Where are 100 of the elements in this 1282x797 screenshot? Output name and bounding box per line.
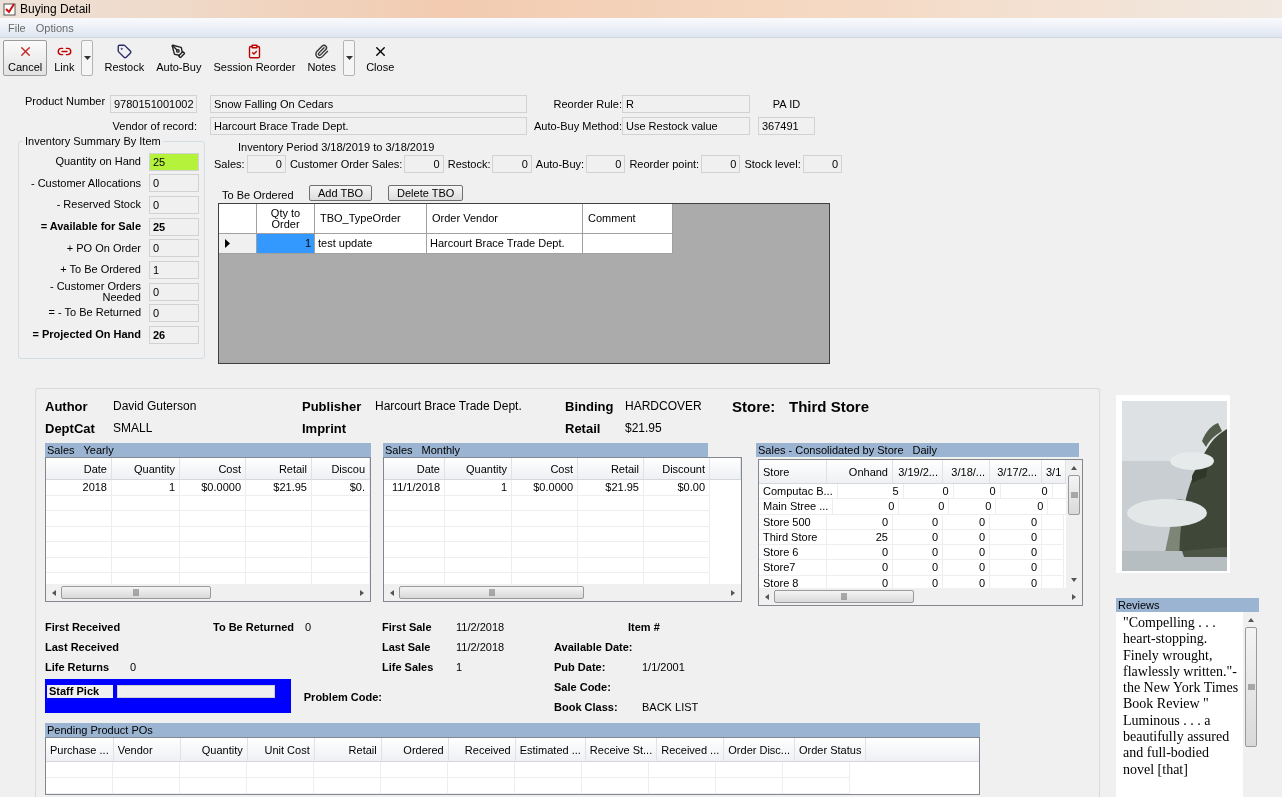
vertical-scrollbar[interactable]	[1243, 612, 1259, 797]
scrollbar-thumb[interactable]	[1245, 627, 1257, 747]
column-header[interactable]: Ordered	[381, 738, 449, 762]
row-header-cell[interactable]	[219, 234, 257, 254]
toolbar-button[interactable]: Cancel	[3, 40, 48, 76]
column-header[interactable]: Discount	[644, 458, 710, 480]
info-value: 0	[305, 621, 312, 633]
value-field[interactable]: 0	[492, 155, 532, 173]
column-header[interactable]: Onhand	[827, 460, 893, 484]
table-cell	[381, 762, 448, 778]
scroll-arrow-icon[interactable]	[1247, 617, 1255, 623]
scrollbar-thumb[interactable]	[1068, 475, 1080, 515]
value-field[interactable]: 0	[701, 155, 741, 173]
field-label: = Available for Sale	[39, 221, 141, 233]
scrollbar-thumb[interactable]	[774, 590, 914, 603]
column-header[interactable]: Quantity	[180, 738, 248, 762]
column-header[interactable]: Estimated ...	[515, 738, 586, 762]
scroll-arrow-icon[interactable]	[51, 588, 57, 597]
title-field[interactable]: Snow Falling On Cedars	[210, 95, 527, 113]
auto-buy-method-field[interactable]: Use Restock value	[622, 117, 750, 135]
menu-item[interactable]: Options	[30, 21, 79, 34]
column-header[interactable]: Retail	[578, 458, 644, 480]
product-number-field[interactable]: 9780151001002	[110, 95, 197, 113]
column-header[interactable]: Retail	[246, 458, 312, 480]
column-header[interactable]: Quantity	[112, 458, 180, 480]
section-title: Pending Product POs	[47, 724, 153, 736]
column-header[interactable]: Order Vendor	[427, 204, 583, 234]
column-header[interactable]: Discou	[312, 458, 370, 480]
dropdown-button[interactable]	[343, 40, 356, 76]
vendor-field[interactable]: Harcourt Brace Trade Dept.	[210, 117, 527, 135]
column-header[interactable]: 3/1	[1042, 460, 1066, 484]
value-field[interactable]: 0	[149, 282, 199, 301]
value-field[interactable]: 0	[586, 155, 626, 173]
column-header[interactable]: 3/18/...	[943, 460, 990, 484]
table-cell[interactable]: 1	[257, 234, 315, 254]
info-label: Problem Code:	[303, 691, 382, 703]
column-header[interactable]: Received	[448, 738, 516, 762]
column-header[interactable]: Qty to Order	[257, 204, 315, 234]
table-cell[interactable]: Harcourt Brace Trade Dept.	[427, 234, 583, 254]
toolbar-button[interactable]: Link	[49, 40, 80, 76]
table-cell[interactable]	[583, 234, 673, 254]
staff-pick-field[interactable]	[117, 685, 275, 698]
action-button[interactable]: Add TBO	[309, 185, 373, 201]
column-header[interactable]: Date	[46, 458, 112, 480]
column-header[interactable]: Date	[384, 458, 445, 480]
toolbar-button[interactable]: Restock	[99, 40, 150, 76]
column-header[interactable]: Comment	[583, 204, 673, 234]
column-header[interactable]: Retail	[314, 738, 382, 762]
column-header[interactable]: 3/19/2...	[893, 460, 943, 484]
column-header[interactable]: Store	[759, 460, 827, 484]
value-field[interactable]: 0	[149, 196, 199, 214]
column-header[interactable]: Order Disc...	[724, 738, 796, 762]
value-field[interactable]: 26	[149, 325, 199, 344]
column-header[interactable]: Order Status	[795, 738, 867, 762]
column-header[interactable]: Cost	[180, 458, 246, 480]
value-field[interactable]: 0	[404, 155, 444, 173]
pa-id-field[interactable]: 367491	[758, 117, 815, 135]
scroll-arrow-icon[interactable]	[1070, 465, 1078, 471]
column-header[interactable]: 3/17/2...	[990, 460, 1042, 484]
value-field[interactable]: 25	[149, 217, 199, 236]
value-field[interactable]: 25	[149, 152, 199, 171]
column-header[interactable]: TBO_TypeOrder	[315, 204, 427, 234]
column-header[interactable]: Purchase ...	[46, 738, 114, 762]
column-header[interactable]: Unit Cost	[247, 738, 315, 762]
value-field[interactable]: 0	[149, 174, 199, 193]
table-cell: 11/1/2018	[384, 480, 445, 496]
scroll-arrow-icon[interactable]	[1070, 577, 1078, 583]
scroll-arrow-icon[interactable]	[389, 588, 395, 597]
toolbar-button[interactable]: Notes	[302, 40, 342, 76]
reorder-rule-field[interactable]: R	[622, 95, 750, 113]
scroll-arrow-icon[interactable]	[359, 588, 365, 597]
column-header[interactable]: Vendor	[113, 738, 181, 762]
menu-item[interactable]: File	[3, 21, 31, 34]
table-cell	[46, 495, 112, 511]
column-header[interactable]: Cost	[512, 458, 578, 480]
dropdown-button[interactable]	[81, 40, 94, 76]
table-cell[interactable]: test update	[315, 234, 427, 254]
table-cell: 0	[996, 499, 1049, 515]
column-header[interactable]: Received ...	[657, 738, 725, 762]
scroll-arrow-icon[interactable]	[730, 588, 736, 597]
vertical-scrollbar[interactable]	[1066, 460, 1082, 588]
value-field[interactable]: 0	[149, 303, 199, 322]
value-field[interactable]: 0	[802, 155, 842, 173]
column-header[interactable]: Quantity	[445, 458, 512, 480]
toolbar-button[interactable]: Session Reorder	[208, 40, 301, 76]
toolbar-button[interactable]: Close	[361, 40, 400, 76]
scrollbar-thumb[interactable]	[399, 586, 584, 599]
toolbar-button[interactable]: Auto-Buy	[151, 40, 207, 76]
scroll-arrow-icon[interactable]	[764, 592, 770, 601]
horizontal-scrollbar[interactable]	[46, 584, 370, 601]
value-field[interactable]: 0	[149, 239, 199, 258]
action-button[interactable]: Delete TBO	[388, 185, 464, 201]
horizontal-scrollbar[interactable]	[384, 584, 741, 601]
column-header[interactable]: Receive St...	[585, 738, 658, 762]
horizontal-scrollbar[interactable]	[759, 588, 1082, 605]
info-label: DeptCat	[45, 420, 96, 436]
info-value: 1/1/2001	[642, 661, 685, 673]
scrollbar-thumb[interactable]	[61, 586, 211, 599]
value-field[interactable]: 1	[149, 260, 199, 279]
value-field[interactable]: 0	[246, 155, 286, 173]
